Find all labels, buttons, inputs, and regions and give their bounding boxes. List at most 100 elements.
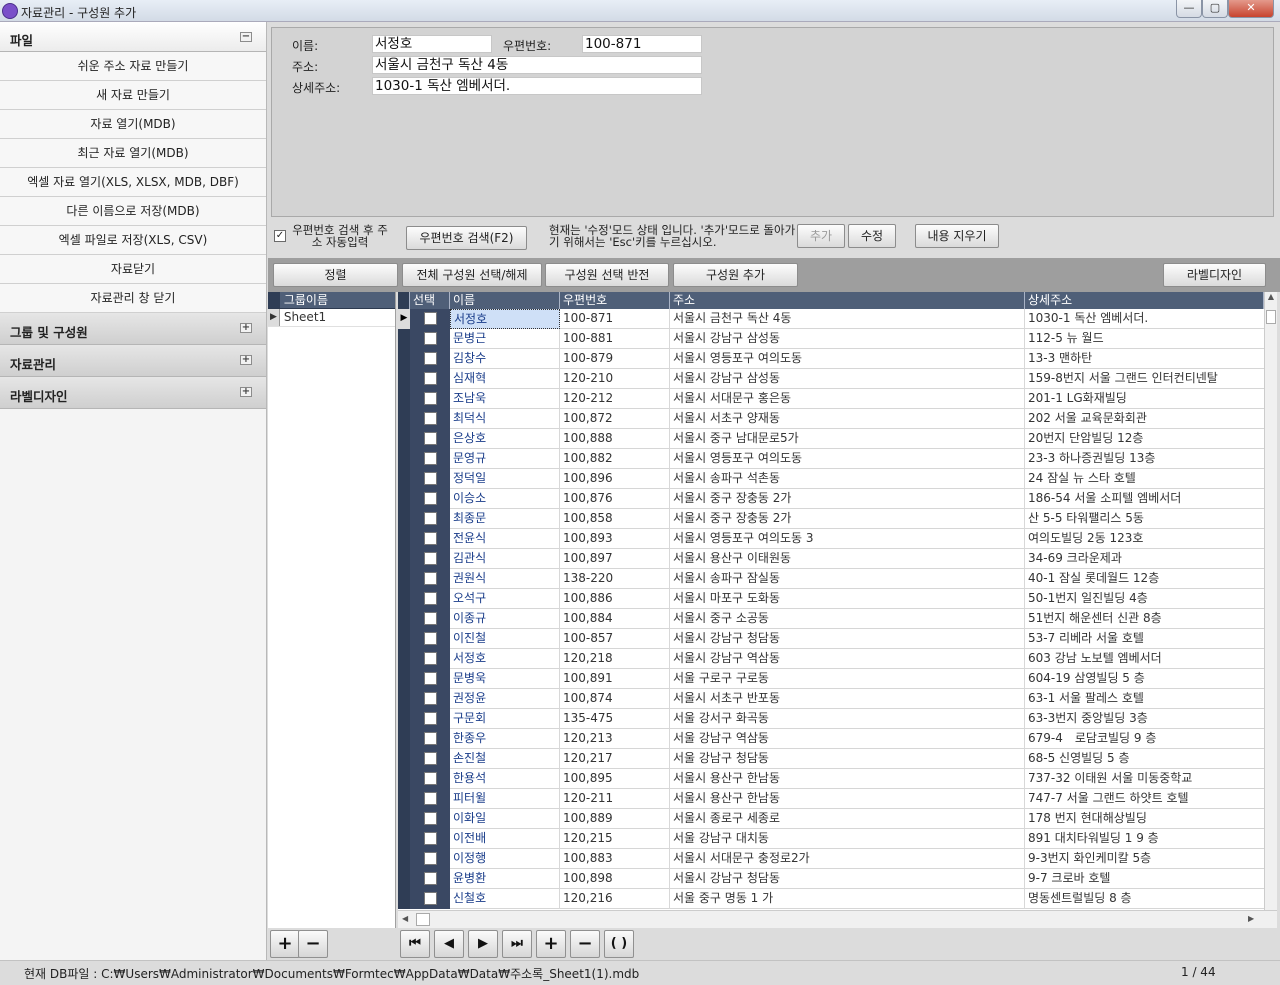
- table-row[interactable]: 구문회 135-475 서울 강서구 화곡동 63-3번지 중앙빌딩 3층: [398, 709, 1264, 729]
- row-select-checkbox[interactable]: [424, 872, 437, 885]
- address-cell[interactable]: 서울시 영등포구 여의도동: [670, 349, 1025, 369]
- zip-cell[interactable]: 100-857: [560, 629, 670, 649]
- name-cell[interactable]: 은상호: [450, 429, 560, 449]
- add-group-button[interactable]: +: [270, 930, 300, 958]
- table-row[interactable]: 한종우 120,213 서울 강남구 역삼동 679-4 로담코빌딩 9 층: [398, 729, 1264, 749]
- address-cell[interactable]: 서울시 송파구 석촌동: [670, 469, 1025, 489]
- expand-icon[interactable]: +: [240, 355, 252, 365]
- address-cell[interactable]: 서울시 중구 남대문로5가: [670, 429, 1025, 449]
- row-indicator[interactable]: [398, 409, 410, 429]
- row-select-checkbox[interactable]: [424, 412, 437, 425]
- sidebar-item-open-mdb[interactable]: 자료 열기(MDB): [0, 110, 266, 139]
- row-select-checkbox[interactable]: [424, 712, 437, 725]
- row-select-checkbox[interactable]: [424, 512, 437, 525]
- sidebar-section-group[interactable]: 그룹 및 구성원 +: [0, 313, 266, 345]
- row-indicator[interactable]: [398, 609, 410, 629]
- table-row[interactable]: 이정행 100,883 서울시 서대문구 충정로2가 9-3번지 화인케미칼 5층: [398, 849, 1264, 869]
- row-select-checkbox[interactable]: [424, 332, 437, 345]
- detail-address-cell[interactable]: 186-54 서울 소피텔 엠베서더: [1025, 489, 1264, 509]
- address-field[interactable]: 서울시 금천구 독산 4동: [372, 56, 702, 74]
- address-cell[interactable]: 서울 강서구 화곡동: [670, 709, 1025, 729]
- detail-address-cell[interactable]: 68-5 신영빌딩 5 층: [1025, 749, 1264, 769]
- row-select-checkbox[interactable]: [424, 792, 437, 805]
- detail-address-cell[interactable]: 112-5 뉴 월드: [1025, 329, 1264, 349]
- address-cell[interactable]: 서울시 용산구 한남동: [670, 789, 1025, 809]
- add-button[interactable]: 추가: [797, 224, 845, 248]
- maximize-button[interactable]: ▢: [1202, 0, 1228, 18]
- row-indicator[interactable]: [398, 489, 410, 509]
- row-indicator[interactable]: [398, 649, 410, 669]
- name-cell[interactable]: 손진철: [450, 749, 560, 769]
- address-cell[interactable]: 서울시 영등포구 여의도동 3: [670, 529, 1025, 549]
- name-cell[interactable]: 문병욱: [450, 669, 560, 689]
- vertical-scroll-thumb[interactable]: [1266, 310, 1276, 324]
- address-cell[interactable]: 서울 중구 명동 1 가: [670, 889, 1025, 909]
- row-indicator[interactable]: [398, 709, 410, 729]
- sidebar-section-data[interactable]: 자료관리 +: [0, 345, 266, 377]
- table-row[interactable]: 오석구 100,886 서울시 마포구 도화동 50-1번지 일진빌딩 4층: [398, 589, 1264, 609]
- row-select-checkbox[interactable]: [424, 312, 437, 325]
- row-indicator[interactable]: [398, 749, 410, 769]
- row-indicator[interactable]: [398, 829, 410, 849]
- zip-field[interactable]: 100-871: [582, 35, 702, 53]
- table-row[interactable]: 김관식 100,897 서울시 용산구 이태원동 34-69 크라운제과: [398, 549, 1264, 569]
- zip-cell[interactable]: 135-475: [560, 709, 670, 729]
- sidebar-item-recent-mdb[interactable]: 최근 자료 열기(MDB): [0, 139, 266, 168]
- name-cell[interactable]: 이정행: [450, 849, 560, 869]
- add-member-button[interactable]: 구성원 추가: [673, 263, 798, 287]
- sidebar-item-open-excel[interactable]: 엑셀 자료 열기(XLS, XLSX, MDB, DBF): [0, 168, 266, 197]
- table-row[interactable]: 정덕일 100,896 서울시 송파구 석촌동 24 잠실 뉴 스타 호텔: [398, 469, 1264, 489]
- detail-address-cell[interactable]: 63-3번지 중앙빌딩 3층: [1025, 709, 1264, 729]
- sidebar-item-close-data[interactable]: 자료닫기: [0, 255, 266, 284]
- row-select-checkbox[interactable]: [424, 492, 437, 505]
- zip-cell[interactable]: 120,217: [560, 749, 670, 769]
- first-record-icon[interactable]: ⏮: [400, 930, 430, 958]
- sidebar-item-close-window[interactable]: 자료관리 창 닫기: [0, 284, 266, 313]
- name-cell[interactable]: 서정호: [450, 649, 560, 669]
- address-cell[interactable]: 서울 구로구 구로동: [670, 669, 1025, 689]
- row-indicator[interactable]: [398, 849, 410, 869]
- row-indicator[interactable]: [398, 449, 410, 469]
- previous-record-icon[interactable]: ◀: [434, 930, 464, 958]
- zip-cell[interactable]: 100,896: [560, 469, 670, 489]
- row-indicator[interactable]: [398, 729, 410, 749]
- row-select-checkbox[interactable]: [424, 452, 437, 465]
- row-select-checkbox[interactable]: [424, 352, 437, 365]
- row-indicator[interactable]: [398, 589, 410, 609]
- detail-address-cell[interactable]: 13-3 맨하탄: [1025, 349, 1264, 369]
- horizontal-scrollbar[interactable]: ◀ ▶: [398, 910, 1277, 928]
- zip-cell[interactable]: 100,891: [560, 669, 670, 689]
- name-cell[interactable]: 윤병환: [450, 869, 560, 889]
- detail-address-cell[interactable]: 603 강남 노보텔 엠베서더: [1025, 649, 1264, 669]
- row-indicator[interactable]: [398, 429, 410, 449]
- row-indicator[interactable]: [398, 369, 410, 389]
- address-cell[interactable]: 서울시 서대문구 홍은동: [670, 389, 1025, 409]
- row-indicator[interactable]: [398, 869, 410, 889]
- zip-cell[interactable]: 120,213: [560, 729, 670, 749]
- address-cell[interactable]: 서울시 강남구 삼성동: [670, 369, 1025, 389]
- label-design-button[interactable]: 라벨디자인: [1163, 263, 1266, 287]
- zip-cell[interactable]: 100,886: [560, 589, 670, 609]
- name-cell[interactable]: 최종문: [450, 509, 560, 529]
- zip-cell[interactable]: 100,883: [560, 849, 670, 869]
- row-select-checkbox[interactable]: [424, 892, 437, 905]
- row-select-checkbox[interactable]: [424, 812, 437, 825]
- next-record-icon[interactable]: ▶: [468, 930, 498, 958]
- zip-cell[interactable]: 100,893: [560, 529, 670, 549]
- address-cell[interactable]: 서울 강남구 청담동: [670, 749, 1025, 769]
- remove-record-button[interactable]: −: [570, 930, 600, 958]
- zip-cell[interactable]: 100,884: [560, 609, 670, 629]
- close-button[interactable]: ✕: [1228, 0, 1274, 18]
- name-cell[interactable]: 피터윌: [450, 789, 560, 809]
- edit-button[interactable]: 수정: [848, 224, 896, 248]
- zip-cell[interactable]: 100,888: [560, 429, 670, 449]
- add-record-button[interactable]: +: [536, 930, 566, 958]
- row-indicator[interactable]: [398, 569, 410, 589]
- table-row[interactable]: 이승소 100,876 서울시 중구 장충동 2가 186-54 서울 소피텔 엠베서…: [398, 489, 1264, 509]
- name-cell[interactable]: 심재혁: [450, 369, 560, 389]
- row-indicator[interactable]: [398, 349, 410, 369]
- detail-address-cell[interactable]: 명동센트럴빌딩 8 층: [1025, 889, 1264, 909]
- name-cell[interactable]: 구문회: [450, 709, 560, 729]
- name-cell[interactable]: 이전배: [450, 829, 560, 849]
- address-cell[interactable]: 서울시 중구 소공동: [670, 609, 1025, 629]
